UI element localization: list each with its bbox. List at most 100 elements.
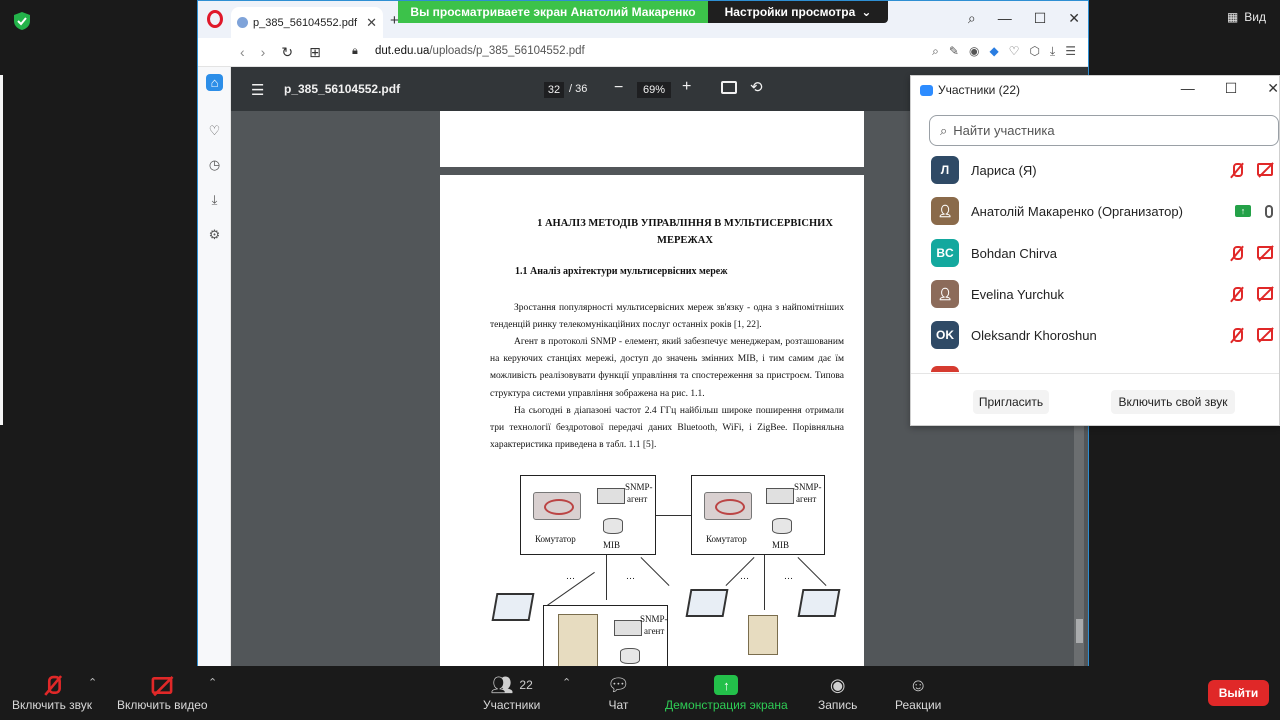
laptop-icon xyxy=(797,589,841,617)
chevron-up-icon[interactable]: ⌃ xyxy=(208,676,217,689)
participant-name: Evelina Yurchuk xyxy=(971,286,1064,302)
lock-icon[interactable]: 🔒︎ xyxy=(352,45,358,58)
tab-close-icon[interactable]: ✕ xyxy=(366,15,377,31)
search-placeholder: Найти участника xyxy=(953,123,1055,138)
view-button[interactable]: ▦ Вид xyxy=(1227,10,1266,24)
screen-share-banner: Вы просматриваете экран Анатолий Макарен… xyxy=(398,1,708,23)
back-icon[interactable]: ‹ xyxy=(240,44,245,61)
window-controls: ⌕ — ☐ ✕ xyxy=(968,10,1080,27)
url-path: /uploads/p_385_56104552.pdf xyxy=(429,45,585,57)
gear-icon[interactable]: ⚙ xyxy=(206,226,223,243)
emoji-add-icon: ☺ xyxy=(908,674,928,695)
diagram-switch-box: SNMP- агент Комутатор MIB xyxy=(520,475,656,555)
start-video-button[interactable]: Включить видео xyxy=(117,672,208,712)
record-icon: ◉ xyxy=(829,674,846,695)
reactions-label: Реакции xyxy=(895,698,942,712)
connector-line xyxy=(797,557,827,586)
history-clock-icon[interactable]: ◷ xyxy=(206,156,223,173)
mic-muted-icon xyxy=(1230,162,1243,178)
video-off-icon xyxy=(1257,327,1273,341)
maximize-icon[interactable]: ☐ xyxy=(1034,10,1047,27)
participant-name: Лариса (Я) xyxy=(971,162,1037,178)
mic-muted-icon xyxy=(1230,327,1243,343)
forward-icon[interactable]: › xyxy=(261,44,266,61)
opera-logo-icon[interactable] xyxy=(207,10,223,28)
agent-device-icon xyxy=(597,488,625,504)
maximize-icon[interactable]: ☐ xyxy=(1225,80,1238,97)
unmute-button[interactable]: Включить звук xyxy=(12,672,92,712)
nav-buttons: ‹ › ↻ ⊞ xyxy=(240,44,321,61)
search-icon[interactable]: ⌕ xyxy=(968,10,976,27)
people-icon: 👥︎ xyxy=(490,674,514,695)
camera-icon[interactable]: ◉ xyxy=(969,44,979,59)
participant-row[interactable]: BC Bohdan Chirva xyxy=(931,235,1280,271)
cube-icon[interactable]: ⬡ xyxy=(1029,44,1039,59)
leave-button[interactable]: Выйти xyxy=(1208,680,1269,706)
agent-label-line1: SNMP- xyxy=(625,482,653,492)
chevron-up-icon[interactable]: ⌃ xyxy=(562,676,571,689)
switch-icon xyxy=(533,492,581,520)
settings-sliders-icon[interactable]: ☰ xyxy=(1065,44,1076,59)
zoom-in-icon[interactable]: + xyxy=(682,78,691,96)
rotate-icon[interactable]: ⟲ xyxy=(750,78,763,96)
participant-row[interactable]: Л Лариса (Я) xyxy=(931,152,1280,188)
mib-database-icon xyxy=(620,648,640,664)
heart-icon[interactable]: ♡ xyxy=(206,122,223,139)
server-icon xyxy=(748,615,778,655)
participants-button[interactable]: 👥︎ 22 Участники xyxy=(483,672,540,713)
server-rack-icon xyxy=(558,614,598,667)
unmute-self-button[interactable]: Включить свой звук xyxy=(1111,390,1235,414)
tabs-grid-icon[interactable]: ⊞ xyxy=(309,44,321,61)
fit-page-icon[interactable] xyxy=(721,81,737,94)
minimize-icon[interactable]: — xyxy=(1181,80,1195,97)
record-button[interactable]: ◉ Запись xyxy=(818,672,857,713)
close-icon[interactable]: ✕ xyxy=(1068,10,1080,27)
document-heading: 1 АНАЛІЗ МЕТОДІВ УПРАВЛІННЯ В МУЛЬТИСЕРВ… xyxy=(537,218,833,246)
mib-database-icon xyxy=(772,518,792,534)
screen-share-icon: ↑ xyxy=(1235,204,1251,217)
agent-device-icon xyxy=(614,620,642,636)
share-screen-button[interactable]: ↑ Демонстрация экрана xyxy=(665,672,788,712)
download-icon[interactable]: ⤓ xyxy=(206,191,223,208)
zoom-search-icon[interactable]: ⌕ xyxy=(932,44,939,59)
share-arrow-icon: ↑ xyxy=(714,675,739,695)
invite-button[interactable]: Пригласить xyxy=(973,390,1049,414)
download-icon[interactable]: ⤓ xyxy=(1050,44,1055,59)
participant-row[interactable]: OK Oleksandr Khoroshun xyxy=(931,317,1280,353)
view-settings-dropdown[interactable]: Настройки просмотра ⌄ xyxy=(708,1,888,23)
home-icon[interactable]: ⌂ xyxy=(206,74,223,91)
chat-label: Чат xyxy=(608,698,629,712)
security-shield-icon[interactable] xyxy=(12,11,32,31)
video-off-icon xyxy=(1257,162,1273,176)
page-total: / 36 xyxy=(569,83,588,95)
mib-label: MIB xyxy=(772,540,790,550)
url-field[interactable]: dut.edu.ua/uploads/p_385_56104552.pdf xyxy=(375,45,585,57)
participant-search-input[interactable]: ⌕ Найти участника xyxy=(929,115,1279,146)
browser-tab[interactable]: p_385_56104552.pdf ✕ xyxy=(231,7,383,38)
participant-row[interactable]: 👤︎ Evelina Yurchuk xyxy=(931,276,1280,312)
switch-label: Комутатор xyxy=(706,534,747,544)
avatar xyxy=(931,366,959,372)
reactions-button[interactable]: ☺ Реакции xyxy=(895,672,942,713)
avatar: Л xyxy=(931,156,959,184)
zoom-out-icon[interactable]: − xyxy=(614,79,623,97)
laptop-icon xyxy=(685,589,729,617)
heart-icon[interactable]: ♡ xyxy=(1009,44,1020,59)
zoom-level-input[interactable]: 69% xyxy=(637,82,671,98)
vpn-shield-icon[interactable]: ◆ xyxy=(989,44,998,59)
url-domain: dut.edu.ua xyxy=(375,45,430,57)
participants-title: Участники (22) xyxy=(938,83,1021,97)
hamburger-menu-icon[interactable]: ☰ xyxy=(251,81,264,99)
page-number-input[interactable]: 32 xyxy=(544,82,564,98)
edit-icon[interactable]: ✎ xyxy=(949,44,959,59)
pdf-scrollbar-thumb[interactable] xyxy=(1076,619,1083,643)
video-off-icon xyxy=(1257,286,1273,300)
pdf-page-current: 1 АНАЛІЗ МЕТОДІВ УПРАВЛІННЯ В МУЛЬТИСЕРВ… xyxy=(440,175,864,667)
reload-icon[interactable]: ↻ xyxy=(281,44,293,61)
close-icon[interactable]: ✕ xyxy=(1267,80,1279,97)
start-video-label: Включить видео xyxy=(117,698,208,712)
minimize-icon[interactable]: — xyxy=(998,10,1012,27)
participant-row[interactable]: 👤︎ Анатолій Макаренко (Организатор) ↑ xyxy=(931,193,1280,229)
chat-button[interactable]: 💬︎ Чат xyxy=(607,672,630,713)
chevron-up-icon[interactable]: ⌃ xyxy=(88,676,97,689)
